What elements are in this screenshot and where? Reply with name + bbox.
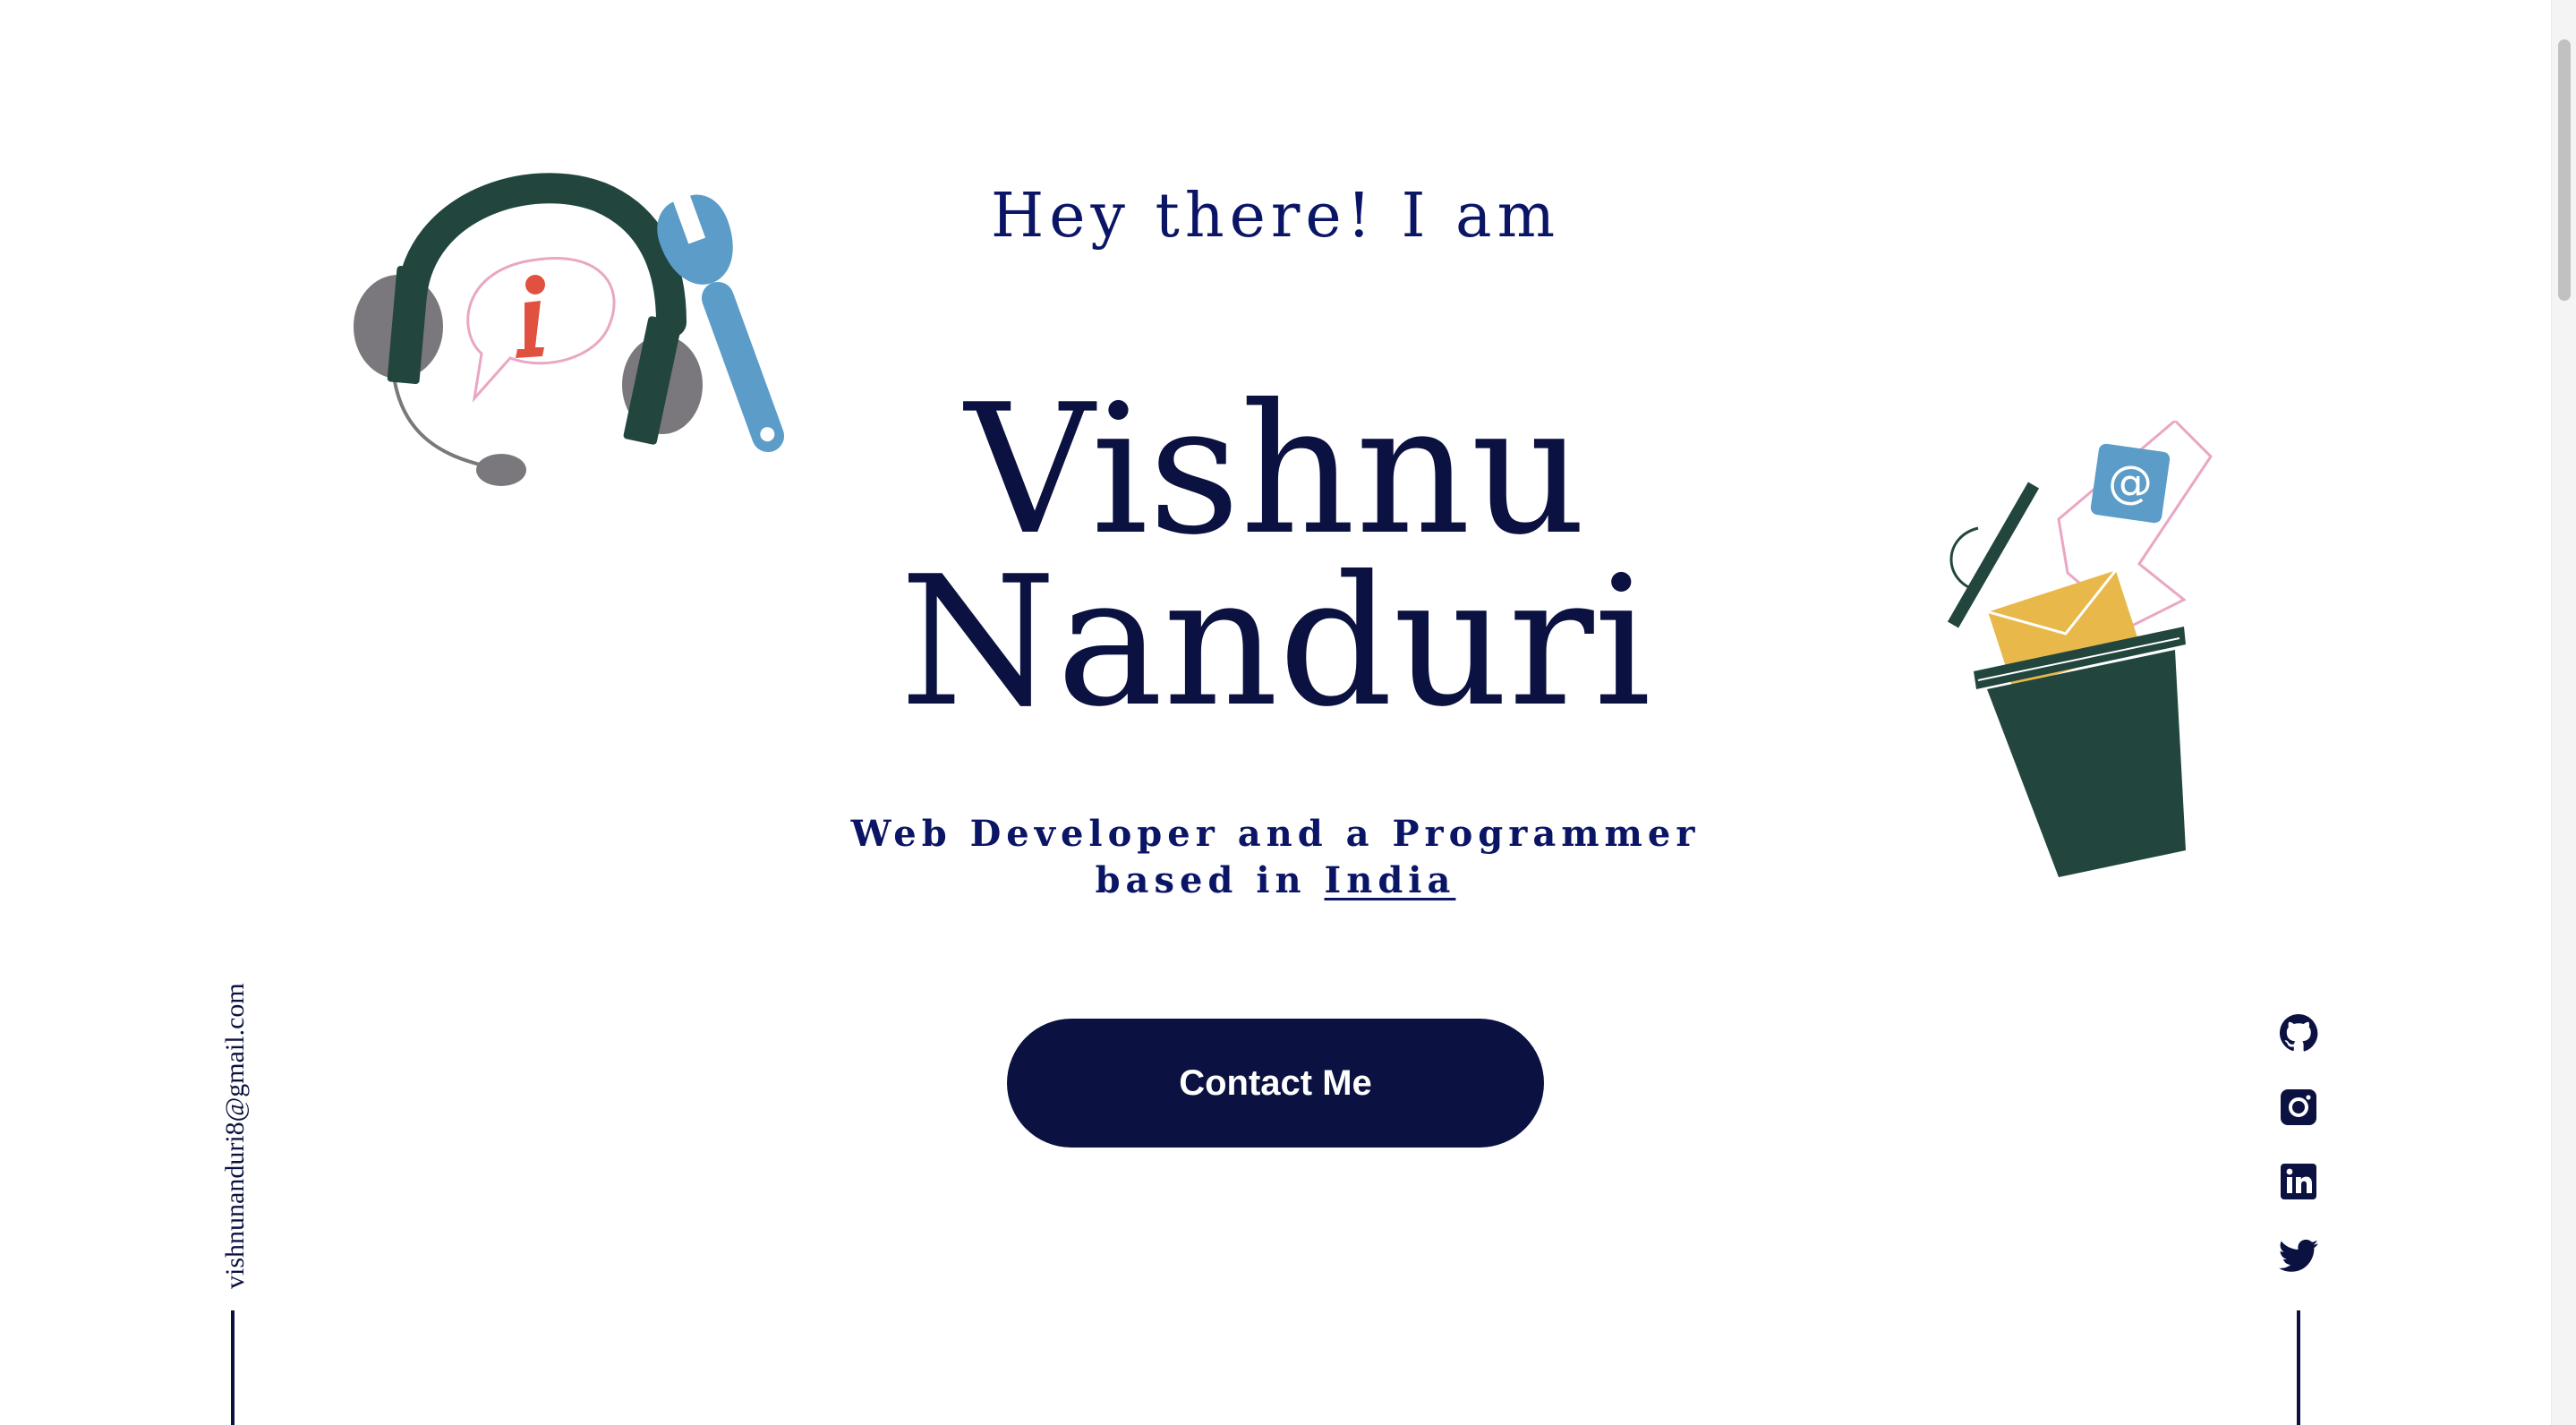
tagline-country: India [1324,859,1456,901]
vertical-scrollbar[interactable] [2551,0,2576,1425]
left-divider-line [231,1310,235,1425]
linkedin-icon[interactable] [2277,1160,2320,1203]
hero-first-name: Vishnu [965,366,1586,575]
page: @ Hey there! I am Vishnu Nanduri Web Dev… [0,0,2551,1425]
contact-me-button[interactable]: Contact Me [1007,1019,1544,1148]
right-divider-line [2297,1310,2300,1425]
scrollbar-thumb[interactable] [2558,39,2571,301]
github-icon[interactable] [2277,1011,2320,1054]
tagline: Web Developer and a Programmer based in … [0,811,2551,904]
email-link[interactable]: vishnunanduri8@gmail.com [220,963,251,1289]
greeting-text: Hey there! I am [990,181,1561,252]
tagline-line2: based in India [0,858,2551,904]
hero-name: Vishnu Nanduri [0,366,2551,747]
tagline-prefix: based in [1095,859,1325,901]
instagram-icon[interactable] [2277,1086,2320,1129]
tagline-line1: Web Developer and a Programmer [850,813,1701,855]
hero-last-name: Nanduri [900,538,1651,747]
twitter-icon[interactable] [2277,1235,2320,1278]
